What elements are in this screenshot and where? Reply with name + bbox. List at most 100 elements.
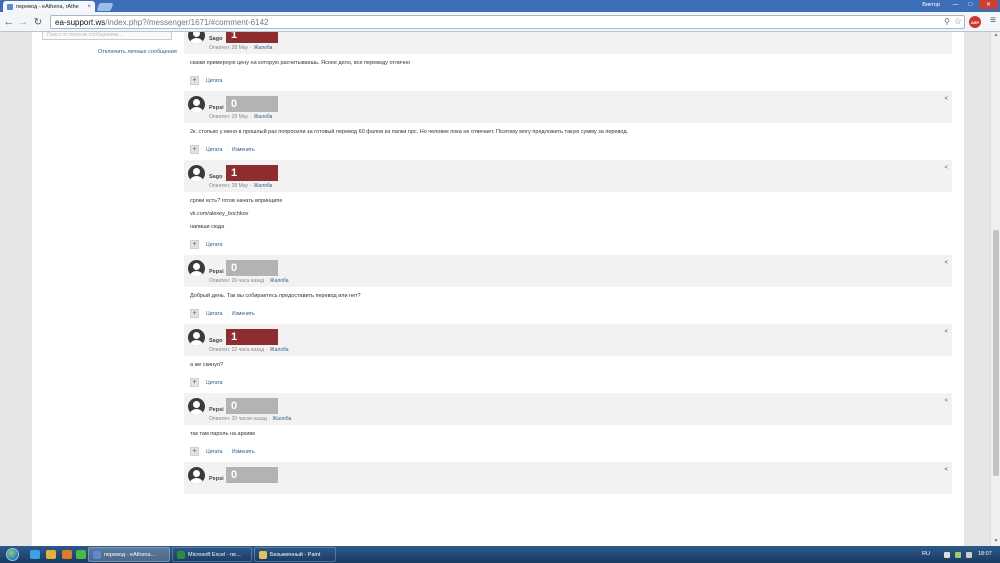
- meta-separator: ·: [250, 183, 252, 189]
- tab-favicon-icon: [7, 3, 13, 10]
- avatar[interactable]: [188, 329, 205, 346]
- window-close-button[interactable]: ✕: [979, 0, 998, 9]
- author-name[interactable]: Pepsi: [209, 476, 224, 482]
- meta-prefix: Опиатен:: [209, 45, 231, 51]
- disable-pm-link[interactable]: Отключить личные сообщения: [98, 49, 177, 55]
- back-arrow-icon[interactable]: ←: [3, 16, 15, 28]
- report-link[interactable]: Жалоба: [254, 114, 273, 120]
- chrome-quicklaunch-icon[interactable]: [76, 550, 86, 559]
- message-date: 28 May: [231, 114, 249, 120]
- reputation-badge: 0: [226, 96, 278, 112]
- ie-quicklaunch-icon[interactable]: [30, 550, 40, 559]
- quote-link[interactable]: Цитата: [206, 147, 222, 153]
- browser-menu-icon[interactable]: ≡: [990, 15, 996, 26]
- address-bar[interactable]: ea-support.ws/index.php?/messenger/1671/…: [50, 15, 965, 29]
- message-header: 1 Sago Опиатен: 28 May·Жалоба <: [184, 160, 952, 192]
- author-name[interactable]: Sago: [209, 338, 222, 344]
- report-link[interactable]: Жалоба: [270, 347, 289, 353]
- avatar[interactable]: [188, 96, 205, 113]
- author-name[interactable]: Sago: [209, 174, 222, 180]
- message-text: 2к. столько у меня в прошлый раз попроси…: [190, 129, 629, 135]
- tray-volume-icon[interactable]: [966, 552, 972, 558]
- edit-link[interactable]: Изменить: [232, 449, 255, 455]
- author-name[interactable]: Pepsi: [209, 407, 224, 413]
- message-text: так там пароль на архиве: [190, 431, 256, 437]
- message-item: 0 Pepsi Опиатен: 20 часа назад · Жалоба < Добр…: [184, 255, 952, 324]
- report-link[interactable]: Жалоба: [270, 278, 289, 284]
- tab-close-icon[interactable]: ×: [87, 4, 91, 10]
- action-separator: ·: [227, 449, 229, 455]
- quote-link[interactable]: Цитата: [206, 242, 222, 248]
- reputation-badge: 0: [226, 260, 278, 276]
- share-icon[interactable]: <: [944, 165, 948, 171]
- explorer-quicklaunch-icon[interactable]: [46, 550, 56, 559]
- reload-icon[interactable]: ↻: [32, 16, 44, 28]
- language-indicator[interactable]: RU: [922, 551, 930, 557]
- new-tab-button[interactable]: [96, 3, 114, 11]
- scroll-up-arrow-icon[interactable]: ▲: [991, 32, 1000, 40]
- avatar[interactable]: [188, 398, 205, 415]
- edit-link[interactable]: Изменить: [232, 147, 255, 153]
- browser-tab-active[interactable]: перевод - eAthena, rAthe ×: [3, 1, 95, 12]
- message-header: 0 Pepsi <: [184, 462, 952, 494]
- quote-link[interactable]: Цитата: [206, 311, 222, 317]
- scroll-thumb[interactable]: [993, 230, 999, 476]
- meta-separator: ·: [266, 347, 268, 353]
- quote-link[interactable]: Цитата: [206, 380, 222, 386]
- taskbar-item-chrome[interactable]: перевод - eAthena...: [88, 547, 170, 562]
- report-link[interactable]: Жалоба: [254, 183, 273, 189]
- meta-prefix: Опиатен:: [209, 416, 231, 422]
- plus-icon[interactable]: +: [190, 447, 199, 456]
- start-button[interactable]: [2, 546, 22, 563]
- avatar[interactable]: [188, 32, 205, 44]
- taskbar-item-paint[interactable]: Безымянный - Paint: [254, 547, 336, 562]
- page-scrollbar[interactable]: ▲ ▼: [990, 32, 1000, 546]
- avatar[interactable]: [188, 467, 205, 484]
- search-icon[interactable]: ⚲: [944, 17, 950, 26]
- share-icon[interactable]: <: [944, 467, 948, 473]
- author-name[interactable]: Sago: [209, 36, 222, 42]
- message-date: 22 часа назад: [231, 347, 265, 353]
- bookmark-star-icon[interactable]: ☆: [954, 16, 962, 27]
- message-meta: Опиатен: 28 May · Жалоба: [209, 114, 272, 120]
- edit-link[interactable]: Изменить: [232, 311, 255, 317]
- media-quicklaunch-icon[interactable]: [62, 550, 72, 559]
- avatar[interactable]: [188, 165, 205, 182]
- report-link[interactable]: Жалоба: [273, 416, 292, 422]
- plus-icon[interactable]: +: [190, 145, 199, 154]
- windows-orb-icon: [5, 548, 19, 561]
- message-header: 1 Sago Опиатен: 22 часа назад · Жалоба <: [184, 324, 952, 356]
- pm-search-input[interactable]: Поиск по личным сообщениям...: [42, 32, 172, 40]
- taskbar-item-excel[interactable]: Microsoft Excel - пе...: [172, 547, 252, 562]
- quote-link[interactable]: Цитата: [206, 78, 222, 84]
- share-icon[interactable]: <: [944, 260, 948, 266]
- tray-network-icon[interactable]: [955, 552, 961, 558]
- share-icon[interactable]: <: [944, 32, 948, 33]
- plus-icon[interactable]: +: [190, 309, 199, 318]
- message-meta: Опиатен: 28 May · Жалоба: [209, 45, 272, 51]
- author-name[interactable]: Pepsi: [209, 105, 224, 111]
- adblock-extension-icon[interactable]: ABP: [969, 16, 981, 28]
- plus-icon[interactable]: +: [190, 378, 199, 387]
- excel-app-icon: [177, 550, 185, 559]
- message-header: 0 Pepsi Опиатен: 20 часов назад · Жалоба <: [184, 393, 952, 425]
- avatar[interactable]: [188, 260, 205, 277]
- report-link[interactable]: Жалоба: [254, 45, 273, 51]
- share-icon[interactable]: <: [944, 398, 948, 404]
- plus-icon[interactable]: +: [190, 240, 199, 249]
- share-icon[interactable]: <: [944, 96, 948, 102]
- forward-arrow-icon[interactable]: →: [17, 16, 29, 28]
- author-name[interactable]: Pepsi: [209, 269, 224, 275]
- window-minimize-button[interactable]: —: [948, 0, 963, 9]
- share-icon[interactable]: <: [944, 329, 948, 335]
- profile-user-name[interactable]: Виктор: [922, 2, 940, 8]
- message-actions: + Цитата · Изменить: [184, 142, 952, 160]
- system-clock[interactable]: 18:07: [978, 551, 992, 557]
- plus-icon[interactable]: +: [190, 76, 199, 85]
- meta-separator: ·: [250, 45, 252, 51]
- tray-flag-icon[interactable]: [944, 552, 950, 558]
- message-date: 20 часов назад: [231, 416, 267, 422]
- window-maximize-button[interactable]: □: [963, 0, 978, 9]
- scroll-down-arrow-icon[interactable]: ▼: [991, 538, 1000, 546]
- quote-link[interactable]: Цитата: [206, 449, 222, 455]
